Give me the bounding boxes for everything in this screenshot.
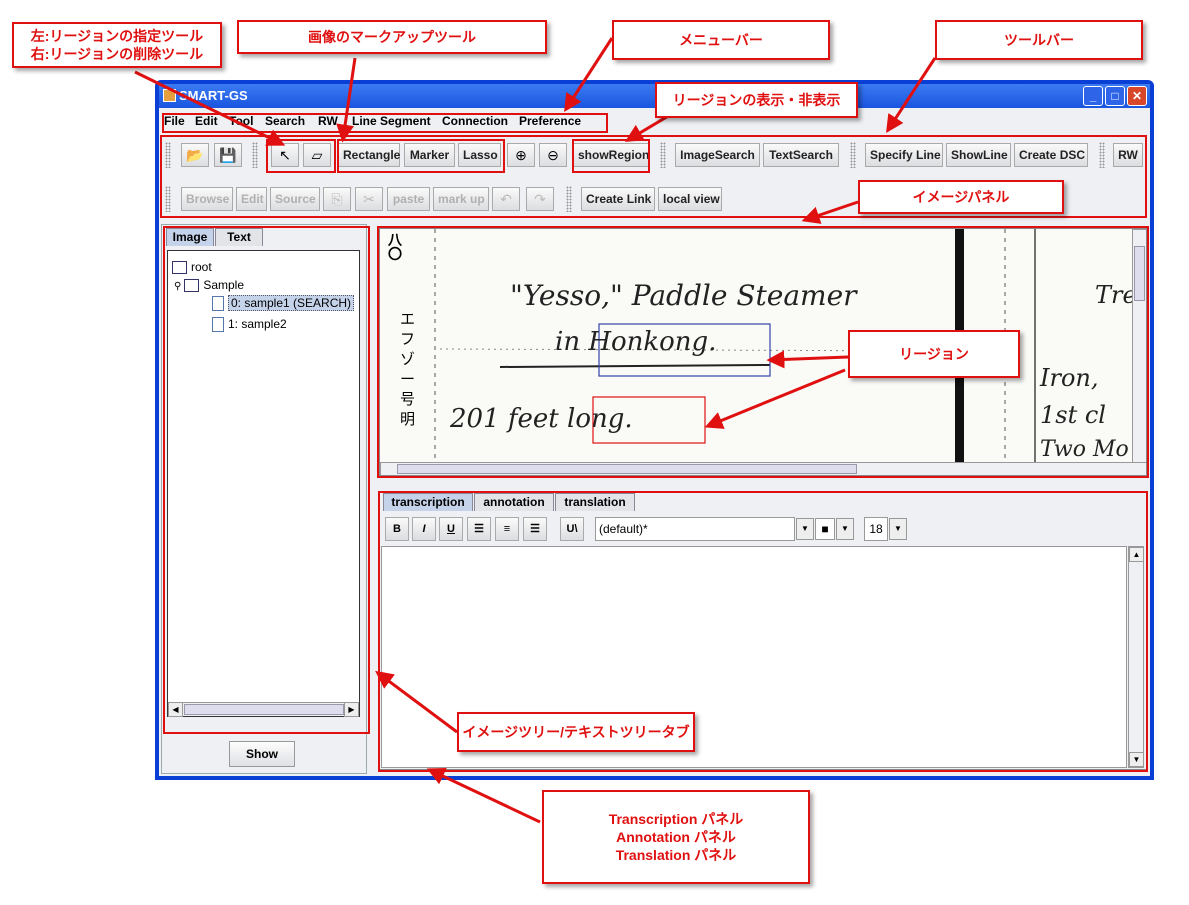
callout-arrows — [134, 37, 937, 824]
annotation-tree-tabs: イメージツリー/テキストツリータブ — [457, 712, 695, 752]
annotation-menubar: メニューバー — [612, 20, 830, 60]
annotation-region: リージョン — [848, 330, 1020, 378]
annotation-panels: Transcription パネル Annotation パネル Transla… — [542, 790, 810, 884]
annotation-show-region: リージョンの表示・非表示 — [655, 82, 858, 118]
annotation-toolbar: ツールバー — [935, 20, 1143, 60]
annotation-region-tool: 左:リージョンの指定ツール 右:リージョンの削除ツール — [12, 22, 222, 68]
annotation-markup-tool: 画像のマークアップツール — [237, 20, 547, 54]
annotation-image-panel: イメージパネル — [858, 180, 1064, 214]
